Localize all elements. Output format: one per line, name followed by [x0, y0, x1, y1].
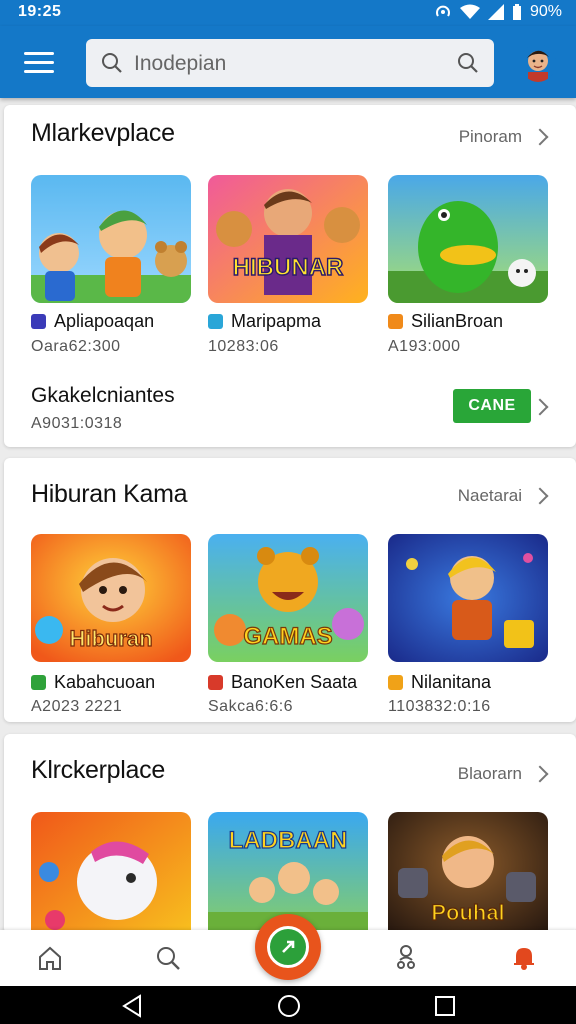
bell-icon [514, 948, 534, 970]
search-icon [157, 947, 180, 970]
home-icon [39, 946, 61, 970]
app-name-label: Nilanitana [411, 672, 492, 692]
app-icon [31, 675, 46, 690]
app-name[interactable]: Maripapma [208, 311, 321, 332]
app-name-label: SilianBroan [411, 311, 504, 331]
recents-icon[interactable] [432, 993, 458, 1019]
play-fab-button[interactable] [255, 914, 321, 980]
app-icon [31, 314, 46, 329]
chevron-right-icon [531, 487, 549, 505]
wifi-icon [459, 4, 480, 19]
app-icon [388, 675, 403, 690]
app-icon [388, 314, 403, 329]
nav-home[interactable] [30, 938, 70, 978]
see-all-link[interactable]: Blaorarn [457, 764, 549, 784]
game-thumbnail[interactable]: GAMAS [208, 534, 368, 662]
thumb-label: Pouhal [431, 900, 504, 925]
nav-notifications[interactable] [504, 938, 544, 978]
search-icon [102, 53, 122, 73]
section-hiburan: Hiburan Kama Naetarai Hiburan GAMAS Kaba… [4, 458, 576, 722]
person-icon [397, 945, 415, 969]
game-thumbnail[interactable] [31, 812, 191, 934]
thumb-label: LADBAAN [229, 827, 348, 854]
app-name[interactable]: Kabahcuoan [31, 672, 155, 693]
see-all-label: Pinoram [458, 127, 522, 146]
app-meta: A193:000 [388, 338, 461, 355]
game-thumbnail[interactable]: Hiburan [31, 534, 191, 662]
game-thumbnail[interactable]: HIBUNAR [208, 175, 368, 303]
status-time: 19:25 [18, 3, 62, 20]
app-bar: Inodepian [0, 26, 576, 98]
game-thumbnail[interactable] [388, 175, 548, 303]
battery-level: 90% [529, 3, 562, 20]
status-icons: 90% [434, 3, 562, 21]
app-name-label: Maripapma [231, 311, 322, 331]
menu-button[interactable] [22, 48, 58, 78]
game-thumbnail[interactable] [31, 175, 191, 303]
app-name-label: Apliapoaqan [54, 311, 155, 331]
search-bar[interactable]: Inodepian [86, 39, 494, 87]
app-icon [208, 675, 223, 690]
section-title: Hiburan Kama [31, 480, 188, 508]
section-klrckerplace: Klrckerplace Blaorarn LADBAAN Pouhal [4, 734, 576, 934]
system-navigation-bar [0, 986, 576, 1024]
app-name[interactable]: BanoKen Saata [208, 672, 357, 693]
chevron-right-icon[interactable] [531, 398, 549, 416]
game-thumbnail[interactable]: Pouhal [388, 812, 548, 934]
signal-icon [487, 4, 504, 20]
nav-search[interactable] [148, 938, 188, 978]
app-meta: Oara62:300 [31, 338, 121, 355]
play-icon [267, 926, 309, 968]
search-submit-icon[interactable] [456, 51, 480, 75]
thumb-label: HIBUNAR [233, 254, 344, 281]
section-marketplace: Mlarkevplace Pinoram HIBUNAR Apliapoaqan… [4, 105, 576, 447]
app-meta: 10283:06 [208, 338, 279, 355]
featured-meta: A9031:0318 [31, 415, 123, 432]
app-name[interactable]: SilianBroan [388, 311, 503, 332]
featured-title: Gkakelcniantes [31, 384, 175, 407]
nav-profile[interactable] [386, 938, 426, 978]
section-title: Klrckerplace [31, 756, 165, 784]
see-all-link[interactable]: Naetarai [457, 486, 549, 506]
app-name-label: Kabahcuoan [54, 672, 156, 692]
thumb-label: Hiburan [69, 626, 152, 651]
thumb-label: GAMAS [243, 623, 332, 650]
app-name[interactable]: Apliapoaqan [31, 311, 154, 332]
status-bar: 19:25 90% [0, 0, 576, 26]
avatar[interactable] [520, 44, 556, 82]
app-name[interactable]: Nilanitana [388, 672, 491, 693]
app-name-label: BanoKen Saata [231, 672, 358, 692]
app-meta: 1103832:0:16 [388, 698, 491, 715]
app-meta: Sakca6:6:6 [208, 698, 294, 715]
chevron-right-icon [531, 128, 549, 146]
see-all-label: Naetarai [457, 486, 522, 505]
battery-icon [512, 4, 521, 20]
app-icon [208, 314, 223, 329]
game-thumbnail[interactable] [388, 534, 548, 662]
app-meta: A2023 2221 [31, 698, 123, 715]
hotspot-icon [435, 5, 450, 17]
game-button[interactable]: CANE [453, 389, 531, 423]
see-all-link[interactable]: Pinoram [458, 127, 549, 147]
see-all-label: Blaorarn [457, 764, 522, 783]
search-input[interactable]: Inodepian [134, 52, 226, 76]
home-circle-icon[interactable] [276, 993, 302, 1019]
chevron-right-icon [531, 765, 549, 783]
section-title: Mlarkevplace [31, 119, 175, 147]
back-icon[interactable] [120, 993, 146, 1019]
